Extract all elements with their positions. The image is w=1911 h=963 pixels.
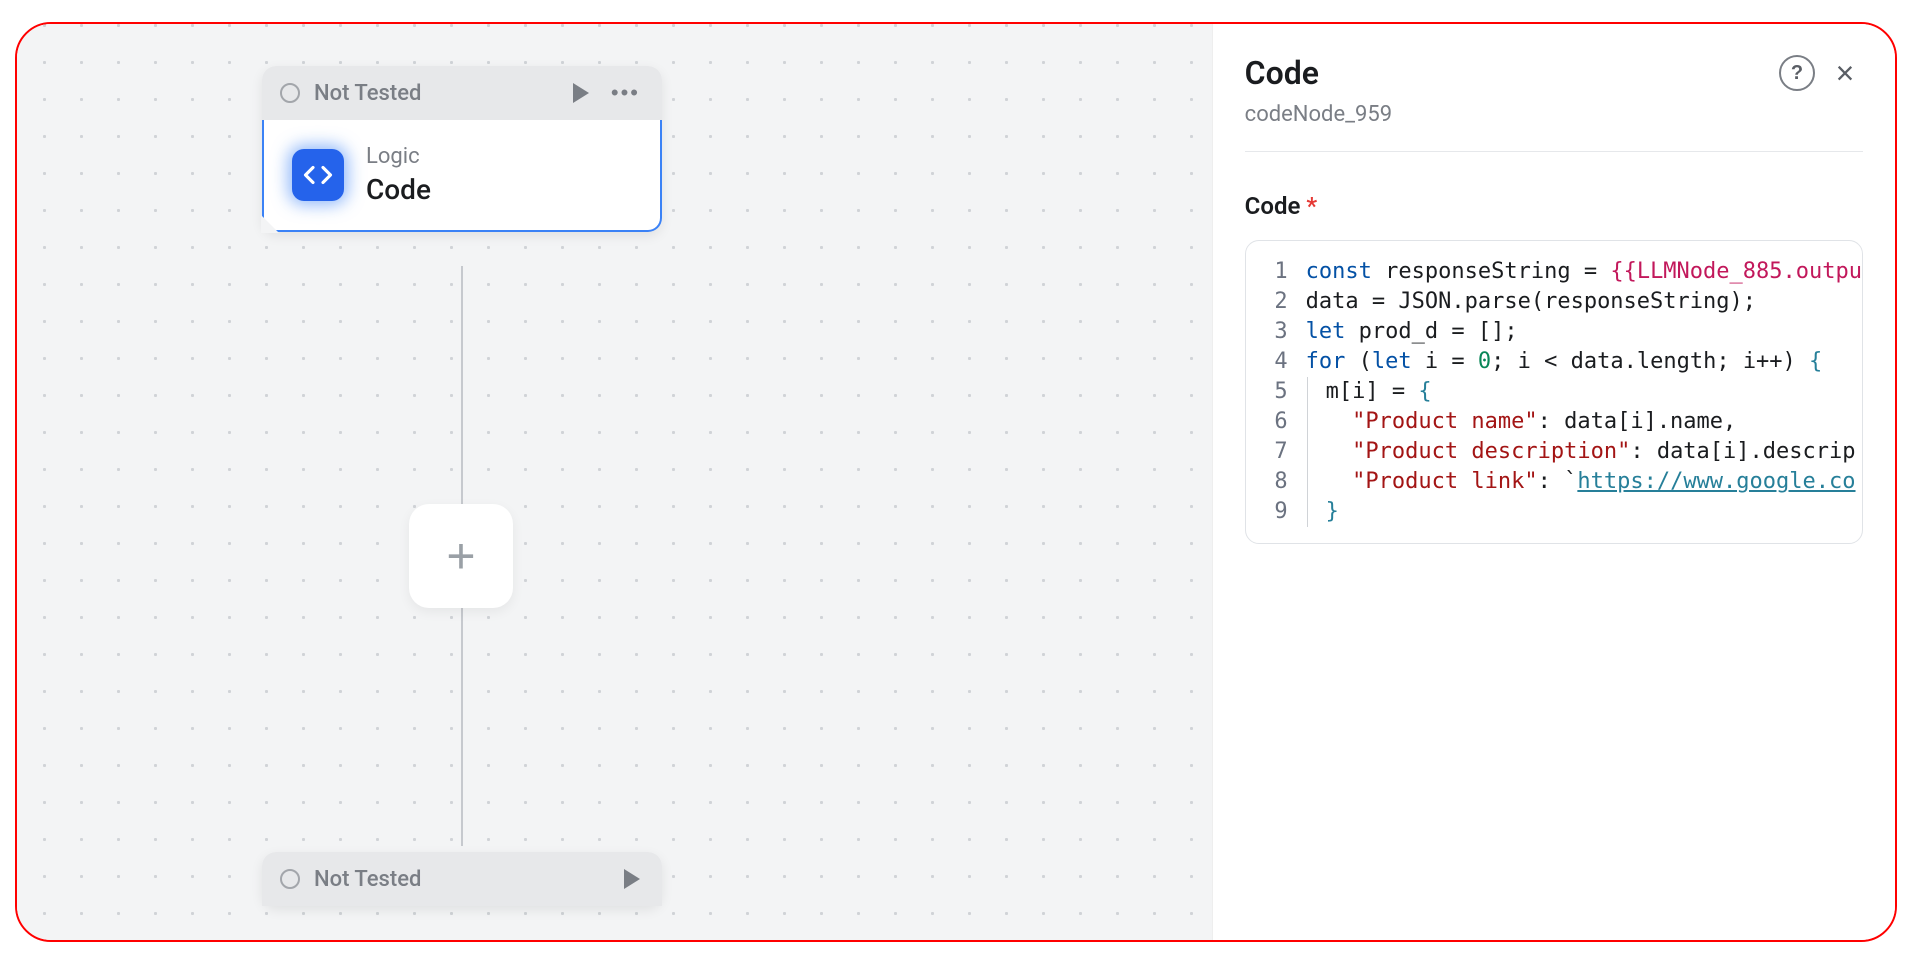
panel-divider [1245, 151, 1863, 152]
code-node-card[interactable]: Not Tested ••• Logic Code [262, 66, 662, 232]
code-content: for (let i = 0; i < data.length; i++) { [1306, 347, 1862, 377]
line-number: 8 [1246, 467, 1306, 497]
code-content: let prod_d = []; [1306, 317, 1862, 347]
run-node-button[interactable] [569, 81, 593, 105]
status-indicator-icon [280, 869, 300, 889]
help-button[interactable]: ? [1779, 55, 1815, 91]
code-content: "Product name": data[i].name, [1306, 407, 1862, 437]
workflow-canvas[interactable]: Not Tested ••• Logic Code + [17, 24, 1212, 940]
close-icon: × [1836, 55, 1855, 91]
line-number: 6 [1246, 407, 1306, 437]
node-header: Not Tested [262, 852, 662, 906]
code-line[interactable]: 8 "Product link": `https://www.google.co [1246, 467, 1862, 497]
code-line[interactable]: 1const responseString = {{LLMNode_885.ou… [1246, 257, 1862, 287]
add-node-button[interactable]: + [409, 504, 513, 608]
code-icon [292, 149, 344, 201]
line-number: 5 [1246, 377, 1306, 407]
node-details-panel: Code ? × codeNode_959 Code * 1const resp… [1212, 24, 1895, 940]
code-content: const responseString = {{LLMNode_885.out… [1306, 257, 1862, 287]
code-content: "Product description": data[i].descrip [1306, 437, 1862, 467]
code-content: data = JSON.parse(responseString); [1306, 287, 1862, 317]
node-status-label: Not Tested [314, 81, 555, 106]
code-line[interactable]: 4for (let i = 0; i < data.length; i++) { [1246, 347, 1862, 377]
code-line[interactable]: 2data = JSON.parse(responseString); [1246, 287, 1862, 317]
node-status-label: Not Tested [314, 867, 606, 892]
code-line[interactable]: 9} [1246, 497, 1862, 527]
line-number: 4 [1246, 347, 1306, 377]
ellipsis-icon: ••• [611, 80, 640, 105]
node-more-button[interactable]: ••• [607, 80, 644, 106]
node-header: Not Tested ••• [262, 66, 662, 120]
status-indicator-icon [280, 83, 300, 103]
code-editor[interactable]: 1const responseString = {{LLMNode_885.ou… [1245, 240, 1863, 544]
line-number: 9 [1246, 497, 1306, 527]
code-content: } [1306, 497, 1862, 527]
close-panel-button[interactable]: × [1827, 55, 1863, 91]
node-category-label: Logic [366, 144, 431, 169]
node-output-port [261, 215, 279, 233]
play-icon [624, 869, 640, 889]
panel-title: Code [1245, 54, 1767, 92]
plus-icon: + [446, 527, 475, 585]
response-node-card[interactable]: Not Tested [262, 852, 662, 906]
code-field-label: Code * [1245, 192, 1863, 220]
code-content: m[i] = { [1306, 377, 1862, 407]
code-content: "Product link": `https://www.google.co [1306, 467, 1862, 497]
code-line[interactable]: 5m[i] = { [1246, 377, 1862, 407]
help-icon: ? [1791, 62, 1803, 85]
line-number: 7 [1246, 437, 1306, 467]
line-number: 1 [1246, 257, 1306, 287]
code-line[interactable]: 3let prod_d = []; [1246, 317, 1862, 347]
panel-node-id: codeNode_959 [1245, 102, 1863, 127]
node-title-label: Code [366, 173, 431, 206]
play-icon [573, 83, 589, 103]
line-number: 3 [1246, 317, 1306, 347]
run-node-button[interactable] [620, 867, 644, 891]
code-line[interactable]: 7 "Product description": data[i].descrip [1246, 437, 1862, 467]
line-number: 2 [1246, 287, 1306, 317]
code-line[interactable]: 6 "Product name": data[i].name, [1246, 407, 1862, 437]
node-body: Logic Code [262, 120, 662, 232]
